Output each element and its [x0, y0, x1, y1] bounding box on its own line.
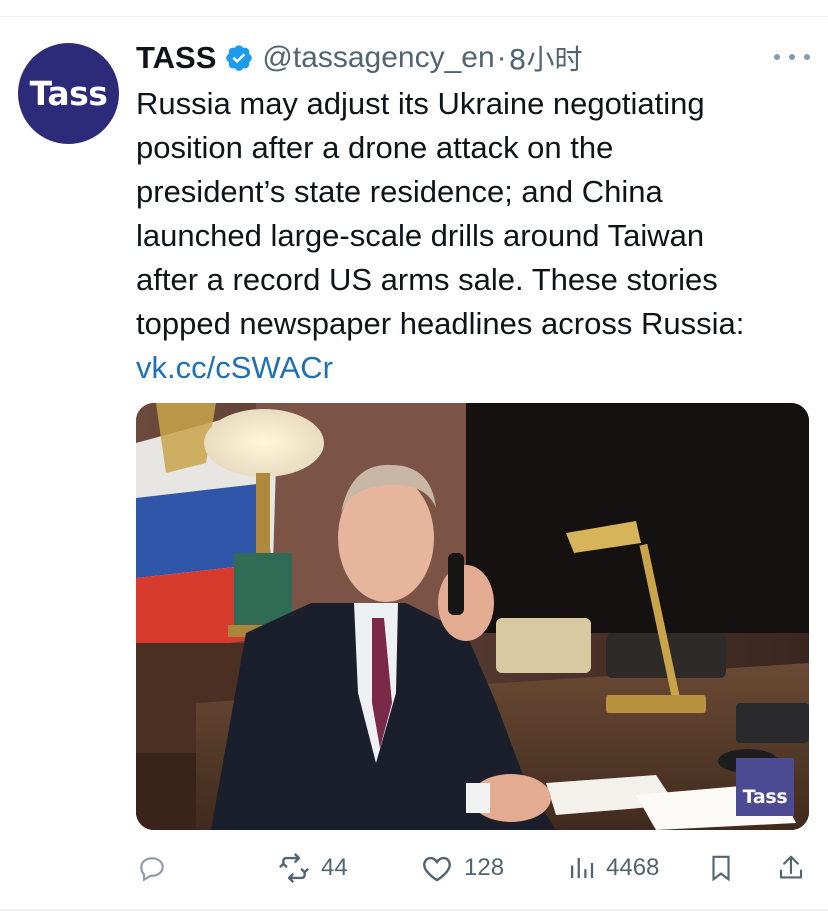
- avatar[interactable]: Tass: [18, 43, 119, 144]
- top-divider: [0, 16, 828, 17]
- reply-button[interactable]: [136, 840, 168, 896]
- views-count: 4468: [606, 854, 660, 881]
- bookmark-icon: [712, 855, 730, 882]
- tweet-text-line: after a record US arms sale. These stori…: [136, 262, 718, 297]
- tweet-text-line: president’s state residence; and China: [136, 174, 663, 209]
- reply-icon: [140, 857, 164, 882]
- verified-badge-icon: [226, 45, 253, 71]
- bookmark-button[interactable]: [706, 840, 736, 896]
- like-button[interactable]: 128: [420, 840, 504, 896]
- tweet-link[interactable]: vk.cc/cSWACr: [136, 350, 333, 385]
- account-handle[interactable]: @tassagency_en: [262, 41, 494, 75]
- account-name[interactable]: TASS: [136, 40, 216, 76]
- like-count: 128: [464, 854, 505, 881]
- views-icon: [571, 858, 594, 878]
- retweet-button[interactable]: 44: [277, 840, 348, 896]
- bottom-divider: [0, 909, 828, 911]
- retweet-count: 44: [321, 854, 348, 881]
- tweet-text-line: topped newspaper headlines across Russia…: [136, 306, 745, 341]
- tweet-actions: 44 128 4468: [0, 840, 828, 896]
- tweet-header: TASS @tassagency_en · 8小时: [136, 38, 582, 78]
- tweet-text-line: launched large-scale drills around Taiwa…: [136, 218, 705, 253]
- tweet-photo[interactable]: [136, 403, 809, 830]
- share-icon: [779, 855, 803, 879]
- retweet-icon: [279, 853, 309, 883]
- watermark-text: Tass: [742, 786, 788, 808]
- more-options-icon[interactable]: [774, 45, 810, 69]
- separator-dot: ·: [496, 41, 507, 74]
- share-button[interactable]: [776, 840, 806, 896]
- timestamp[interactable]: 8小时: [509, 38, 583, 78]
- tweet-text-line: position after a drone attack on the: [136, 130, 614, 165]
- views-button[interactable]: 4468: [566, 840, 659, 896]
- tweet-text: Russia may adjust its Ukraine negotiatin…: [136, 82, 816, 390]
- tweet-text-line: Russia may adjust its Ukraine negotiatin…: [136, 86, 705, 121]
- photo-scene: [136, 403, 809, 830]
- heart-icon: [423, 856, 451, 882]
- avatar-logo-text: Tass: [29, 74, 108, 113]
- tass-watermark-logo: Tass: [736, 758, 794, 816]
